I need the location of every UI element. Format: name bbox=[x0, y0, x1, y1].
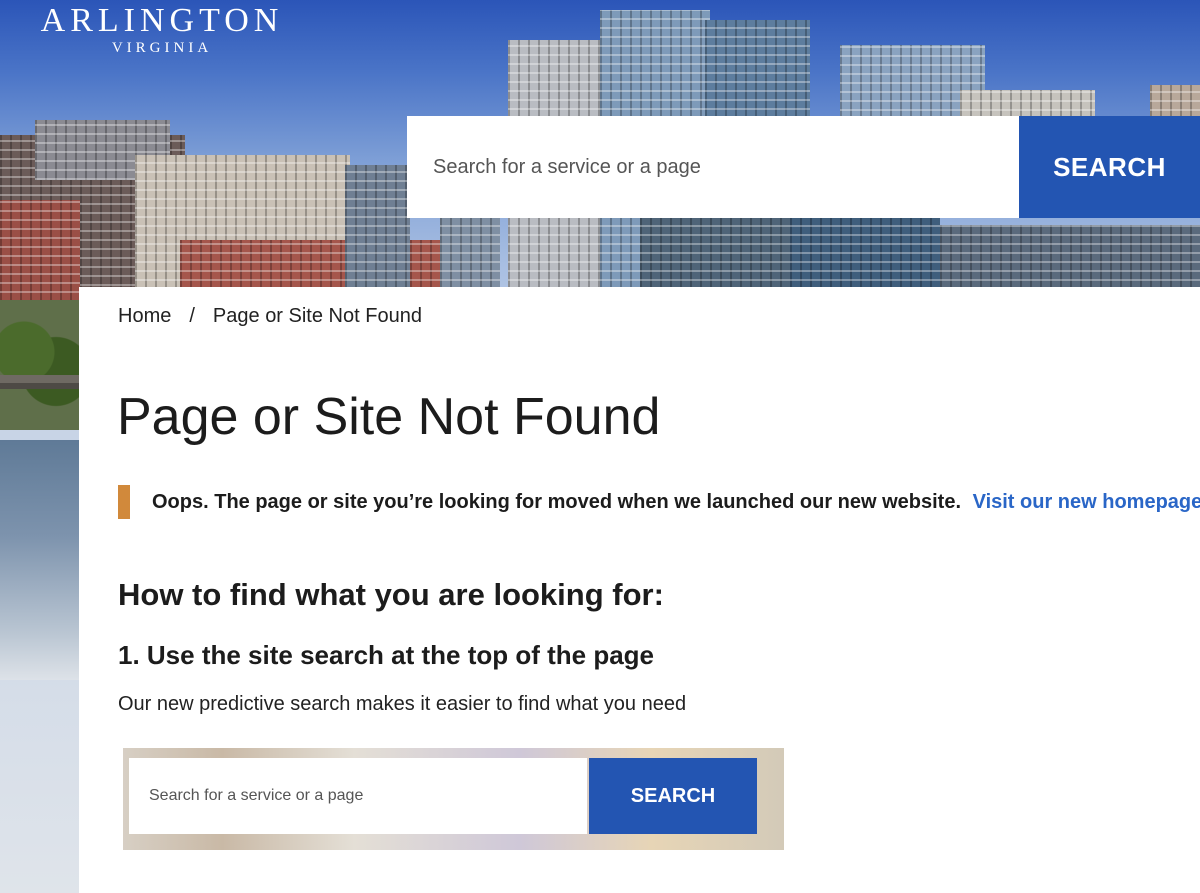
step1-description: Our new predictive search makes it easie… bbox=[118, 693, 687, 715]
skyline-building bbox=[640, 215, 790, 290]
logo-title: ARLINGTON bbox=[40, 2, 284, 39]
header-search-input[interactable]: Search for a service or a page bbox=[407, 116, 1019, 218]
notice-message: Oops. The page or site you’re looking fo… bbox=[152, 491, 1200, 514]
notice-banner: Oops. The page or site you’re looking fo… bbox=[118, 485, 1200, 519]
skyline-building bbox=[790, 215, 940, 290]
skyline-building bbox=[345, 165, 410, 290]
skyline-building bbox=[440, 215, 500, 290]
notice-accent-bar bbox=[118, 485, 130, 519]
example-search-image: Search for a service or a page SEARCH bbox=[123, 748, 784, 850]
breadcrumb: Home / Page or Site Not Found bbox=[118, 305, 422, 328]
skyline-building bbox=[940, 225, 1200, 290]
example-search-input: Search for a service or a page bbox=[129, 758, 587, 834]
skyline-building bbox=[1150, 85, 1200, 120]
breadcrumb-current: Page or Site Not Found bbox=[212, 305, 422, 327]
header-search: Search for a service or a page SEARCH bbox=[407, 116, 1200, 218]
header-search-button[interactable]: SEARCH bbox=[1019, 116, 1200, 218]
notice-text: Oops. The page or site you’re looking fo… bbox=[152, 490, 962, 513]
main-content: Home / Page or Site Not Found Page or Si… bbox=[79, 287, 1200, 893]
example-search-button: SEARCH bbox=[589, 758, 757, 834]
page-title: Page or Site Not Found bbox=[117, 388, 661, 446]
bridge bbox=[0, 375, 80, 415]
arlington-logo[interactable]: ARLINGTON VIRGINIA bbox=[6, 4, 318, 57]
help-heading: How to find what you are looking for: bbox=[118, 577, 664, 612]
logo-subtitle: VIRGINIA bbox=[111, 40, 213, 56]
breadcrumb-separator: / bbox=[189, 305, 195, 327]
river bbox=[0, 440, 80, 680]
new-homepage-link[interactable]: Visit our new homepage. bbox=[973, 491, 1200, 513]
breadcrumb-home-link[interactable]: Home bbox=[118, 305, 171, 328]
step1-heading: 1. Use the site search at the top of the… bbox=[118, 640, 655, 670]
